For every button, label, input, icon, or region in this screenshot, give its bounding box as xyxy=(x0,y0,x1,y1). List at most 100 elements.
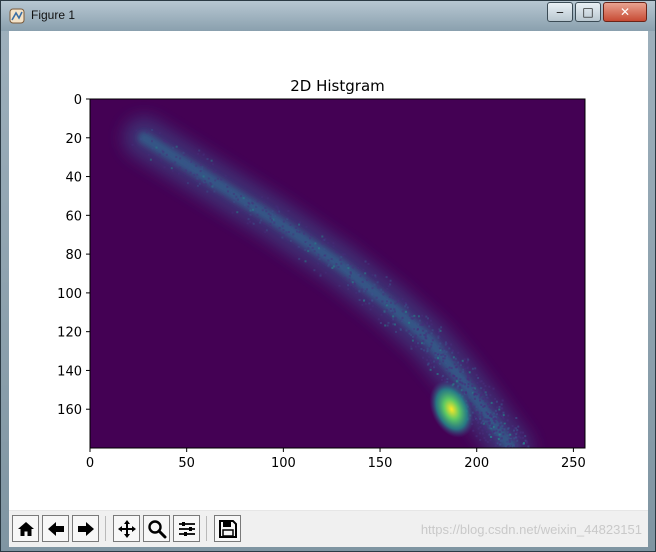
density-bin xyxy=(158,146,161,149)
density-bin xyxy=(366,288,368,291)
density-bin xyxy=(351,281,354,284)
density-bin xyxy=(441,378,443,381)
density-bin xyxy=(378,297,381,300)
density-bin xyxy=(464,379,467,382)
density-bin xyxy=(410,347,413,350)
density-bin xyxy=(444,343,447,346)
back-button[interactable] xyxy=(42,515,69,542)
density-bin xyxy=(411,328,414,330)
density-bin xyxy=(504,423,507,426)
title-bar[interactable]: Figure 1 ‒ □ ✕ xyxy=(1,1,655,31)
density-bin xyxy=(515,433,518,436)
density-bin xyxy=(422,356,425,359)
density-bin xyxy=(332,242,335,245)
y-tick-label: 100 xyxy=(57,287,82,302)
x-axis: 0 50 100 150 200 250 xyxy=(86,448,586,471)
density-bin xyxy=(471,367,474,370)
density-bin xyxy=(318,247,320,250)
density-bin xyxy=(459,364,462,367)
save-button[interactable] xyxy=(214,515,241,542)
density-bin xyxy=(342,253,345,256)
density-bin xyxy=(428,356,431,358)
density-bin xyxy=(376,281,379,284)
density-bin xyxy=(457,351,460,354)
density-bin xyxy=(464,383,466,386)
density-bin xyxy=(282,234,285,237)
window-title: Figure 1 xyxy=(31,8,76,22)
density-bin xyxy=(421,342,423,345)
density-bin xyxy=(431,339,434,342)
density-bin xyxy=(189,168,192,171)
density-bin xyxy=(430,345,433,348)
density-bin xyxy=(505,445,507,448)
density-bin xyxy=(492,402,495,405)
density-bin xyxy=(358,299,361,301)
density-bin xyxy=(493,412,495,415)
density-bin xyxy=(466,388,469,391)
density-bin xyxy=(355,291,358,294)
density-bin xyxy=(507,414,510,417)
density-bin xyxy=(522,442,525,444)
density-bin xyxy=(421,329,424,332)
density-bin xyxy=(474,367,477,370)
home-button[interactable] xyxy=(12,515,39,542)
density-bin xyxy=(263,222,265,225)
maximize-button[interactable]: □ xyxy=(575,2,601,22)
close-button[interactable]: ✕ xyxy=(603,2,647,22)
density-bin xyxy=(266,197,269,200)
density-bin xyxy=(309,237,311,240)
density-bin xyxy=(400,320,403,323)
minimize-button[interactable]: ‒ xyxy=(547,2,573,22)
density-bin xyxy=(477,391,480,394)
density-bin xyxy=(468,371,471,374)
density-bin xyxy=(507,445,510,447)
configure-subplots-button[interactable] xyxy=(173,515,200,542)
density-bin xyxy=(347,264,349,266)
density-bin xyxy=(171,162,174,165)
y-tick-label: 40 xyxy=(65,171,82,186)
density-bin xyxy=(383,311,386,314)
density-bin xyxy=(399,328,402,330)
density-bin xyxy=(420,347,423,350)
density-bin xyxy=(188,160,191,163)
density-bin xyxy=(390,310,393,312)
density-bin xyxy=(287,210,290,212)
density-bin xyxy=(305,241,308,244)
density-bin xyxy=(519,431,522,434)
density-bin xyxy=(430,323,433,326)
density-bin xyxy=(494,441,497,444)
density-bin xyxy=(425,329,428,332)
density-bin xyxy=(351,266,354,269)
density-bin xyxy=(369,298,372,301)
density-bin xyxy=(227,190,229,193)
density-bin xyxy=(434,352,437,355)
density-bin xyxy=(477,421,480,424)
density-bin xyxy=(413,314,416,317)
density-bin xyxy=(392,323,395,326)
close-icon: ✕ xyxy=(619,5,631,19)
density-bin xyxy=(404,314,407,317)
density-bin xyxy=(352,285,355,288)
density-bin xyxy=(490,426,493,429)
density-bin xyxy=(405,329,408,332)
density-bin xyxy=(500,458,502,460)
density-bin xyxy=(500,403,503,406)
density-bin xyxy=(196,173,199,176)
zoom-button[interactable] xyxy=(143,515,170,542)
pan-button[interactable] xyxy=(113,515,140,542)
density-bin xyxy=(436,373,439,375)
density-bin xyxy=(501,399,504,402)
density-bin xyxy=(497,427,500,429)
density-bin xyxy=(327,259,330,262)
forward-button[interactable] xyxy=(72,515,99,542)
density-bin xyxy=(327,241,330,244)
density-bin xyxy=(160,159,163,162)
density-bin xyxy=(206,158,209,160)
density-bin xyxy=(498,420,501,423)
density-bin xyxy=(321,242,324,245)
density-bin xyxy=(200,182,203,185)
density-bin xyxy=(508,431,511,434)
density-bin xyxy=(292,233,295,236)
density-bin xyxy=(393,305,396,308)
density-bin xyxy=(421,314,424,317)
